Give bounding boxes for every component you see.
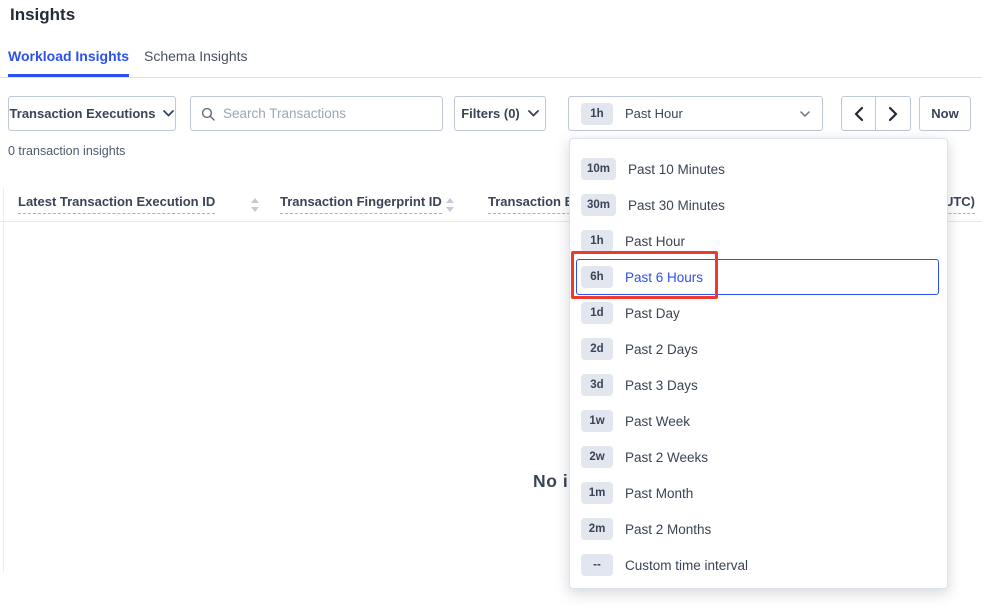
- time-option-label: Past 3 Days: [625, 378, 698, 393]
- sort-icon[interactable]: [251, 198, 259, 212]
- chevron-down-icon: [163, 110, 174, 117]
- time-option-label: Past Week: [625, 414, 690, 429]
- chevron-down-icon: [800, 111, 810, 117]
- column-header-latest-transaction-execution-id[interactable]: Latest Transaction Execution ID: [18, 194, 215, 214]
- tab-bar: Workload Insights Schema Insights: [0, 44, 982, 78]
- time-option-past-day[interactable]: 1d Past Day: [576, 295, 939, 331]
- column-label: Latest Transaction Execution ID: [18, 194, 215, 214]
- time-option-label: Past 30 Minutes: [628, 198, 725, 213]
- tab-workload-insights[interactable]: Workload Insights: [8, 48, 129, 64]
- column-header-utc[interactable]: UTC): [944, 194, 975, 214]
- chevron-left-icon: [854, 107, 863, 121]
- time-option-label: Custom time interval: [625, 558, 748, 573]
- time-option-badge: 3d: [581, 374, 613, 396]
- time-option-past-2-months[interactable]: 2m Past 2 Months: [576, 511, 939, 547]
- search-icon: [201, 107, 215, 121]
- time-option-past-week[interactable]: 1w Past Week: [576, 403, 939, 439]
- active-tab-underline: [8, 74, 129, 77]
- search-input[interactable]: [223, 106, 432, 121]
- table-left-border: [3, 188, 4, 572]
- sort-icon[interactable]: [446, 198, 454, 212]
- tab-schema-label: Schema Insights: [144, 48, 248, 64]
- time-option-label: Past 10 Minutes: [628, 162, 725, 177]
- time-option-label: Past 2 Weeks: [625, 450, 708, 465]
- time-option-badge: 2m: [581, 518, 613, 540]
- time-option-badge: --: [581, 554, 613, 576]
- time-option-label: Past 2 Days: [625, 342, 698, 357]
- time-option-badge: 1d: [581, 302, 613, 324]
- time-option-past-30-minutes[interactable]: 30m Past 30 Minutes: [576, 187, 939, 223]
- time-option-past-2-days[interactable]: 2d Past 2 Days: [576, 331, 939, 367]
- time-option-badge: 2d: [581, 338, 613, 360]
- insight-type-dropdown[interactable]: Transaction Executions: [8, 96, 176, 131]
- time-option-past-hour[interactable]: 1h Past Hour: [576, 223, 939, 259]
- time-option-badge: 2w: [581, 446, 613, 468]
- time-option-badge: 10m: [581, 158, 616, 180]
- time-option-badge: 1w: [581, 410, 613, 432]
- tab-workload-label: Workload Insights: [8, 48, 129, 64]
- time-option-badge: 6h: [581, 266, 613, 288]
- time-option-past-month[interactable]: 1m Past Month: [576, 475, 939, 511]
- tab-schema-insights[interactable]: Schema Insights: [144, 48, 248, 64]
- insights-page: Insights Workload Insights Schema Insigh…: [0, 0, 982, 605]
- time-option-past-10-minutes[interactable]: 10m Past 10 Minutes: [576, 151, 939, 187]
- time-option-badge: 30m: [581, 194, 616, 216]
- results-count: 0 transaction insights: [8, 144, 125, 158]
- column-label: UTC): [944, 194, 975, 214]
- time-interval-label: Past Hour: [625, 106, 683, 121]
- column-header-transaction-execution[interactable]: Transaction Ex: [488, 194, 580, 214]
- column-label: Transaction Ex: [488, 194, 580, 214]
- column-label: Transaction Fingerprint ID: [280, 194, 442, 214]
- time-option-badge: 1h: [581, 230, 613, 252]
- time-interval-dropdown: 10m Past 10 Minutes 30m Past 30 Minutes …: [569, 138, 948, 589]
- time-option-label: Past Month: [625, 486, 693, 501]
- time-option-past-6-hours[interactable]: 6h Past 6 Hours: [576, 259, 939, 295]
- now-button[interactable]: Now: [919, 96, 971, 131]
- insight-type-label: Transaction Executions: [10, 106, 156, 121]
- time-nav-arrows: [841, 96, 911, 131]
- column-header-transaction-fingerprint-id[interactable]: Transaction Fingerprint ID: [280, 194, 442, 214]
- time-interval-badge: 1h: [581, 103, 613, 125]
- time-option-label: Past Day: [625, 306, 680, 321]
- chevron-down-icon: [528, 110, 539, 117]
- chevron-right-icon: [889, 107, 898, 121]
- next-interval-button[interactable]: [876, 96, 911, 131]
- time-option-badge: 1m: [581, 482, 613, 504]
- now-label: Now: [931, 106, 958, 121]
- filters-button[interactable]: Filters (0): [454, 96, 546, 131]
- time-option-past-2-weeks[interactable]: 2w Past 2 Weeks: [576, 439, 939, 475]
- filters-label: Filters (0): [461, 106, 520, 121]
- time-option-custom-time-interval[interactable]: -- Custom time interval: [576, 547, 939, 583]
- time-option-label: Past Hour: [625, 234, 685, 249]
- previous-interval-button[interactable]: [841, 96, 876, 131]
- time-option-label: Past 6 Hours: [625, 270, 703, 285]
- time-interval-picker[interactable]: 1h Past Hour: [568, 96, 823, 131]
- page-title: Insights: [10, 5, 75, 25]
- time-option-past-3-days[interactable]: 3d Past 3 Days: [576, 367, 939, 403]
- time-option-label: Past 2 Months: [625, 522, 711, 537]
- search-box: [190, 96, 443, 131]
